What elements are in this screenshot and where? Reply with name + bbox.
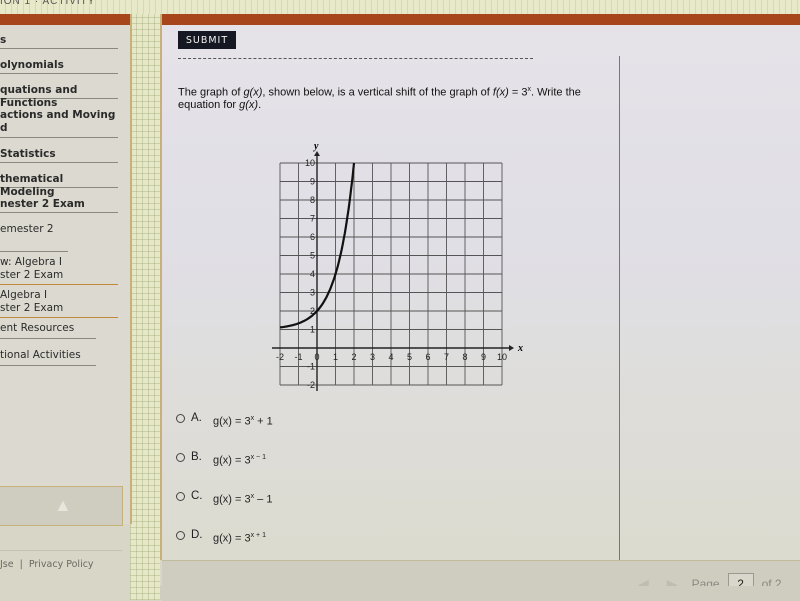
scroll-up-button[interactable]: ▲ (0, 486, 123, 526)
graph: x y -2 -1 0 1 2 3 4 5 6 7 8 9 10 -2 -1 1 2 3 4 5 6 7 8 9 10 (262, 135, 532, 400)
answer-option-a[interactable]: A. g(x) = 3x + 1 (176, 412, 273, 451)
browser-top-strip: ION 1 · ACTIVITY (0, 0, 800, 14)
x-tick-label: -1 (294, 352, 302, 362)
y-tick-label: -2 (307, 380, 315, 390)
sidebar-item-semester-2[interactable]: emester 2 (0, 223, 68, 252)
answer-choices: A. g(x) = 3x + 1 B. g(x) = 3x − 1 C. g(x… (176, 412, 273, 568)
footer-separator: | (19, 559, 23, 570)
panel-divider (619, 56, 620, 560)
y-tick-label: 9 (310, 177, 315, 187)
sidebar-item-0[interactable]: s (0, 34, 118, 49)
background-pattern (130, 14, 160, 600)
question-panel: SUBMIT The graph of g(x), shown below, i… (160, 14, 800, 601)
answer-equation: g(x) = 3x − 1 (213, 454, 266, 467)
terms-of-use-link[interactable]: Jse (0, 559, 14, 570)
sidebar-header-bar (0, 14, 130, 25)
x-tick-label: 7 (444, 352, 449, 362)
x-tick-label: -2 (276, 352, 284, 362)
radio-c[interactable] (176, 492, 185, 501)
sidebar-item-algebra-1-exam[interactable]: Algebra I ster 2 Exam (0, 289, 118, 318)
radio-b[interactable] (176, 453, 185, 462)
sidebar: s olynomials quations and Functions acti… (0, 14, 132, 526)
radio-d[interactable] (176, 531, 185, 540)
question-text: The graph of g(x), shown below, is a ver… (178, 86, 581, 111)
privacy-policy-link[interactable]: Privacy Policy (29, 559, 94, 570)
footer-divider (0, 550, 122, 551)
answer-letter: B. (191, 451, 202, 463)
sidebar-item-review-algebra-1[interactable]: w: Algebra I ster 2 Exam (0, 256, 118, 285)
y-tick-label: 1 (310, 325, 315, 335)
sidebar-item-polynomials[interactable]: olynomials (0, 59, 118, 74)
answer-option-c[interactable]: C. g(x) = 3x – 1 (176, 490, 273, 529)
x-tick-label: 4 (388, 352, 393, 362)
exponential-graph: xy-2 -1 0 1 2 3 4 5 6 7 8 9 10-2-112345678910 (272, 141, 523, 391)
x-tick-label: 3 (370, 352, 375, 362)
page-crumb: ION 1 · ACTIVITY (0, 0, 96, 7)
bottom-frame (160, 586, 800, 600)
x-tick-label: 6 (425, 352, 430, 362)
sidebar-item-mathematical-modeling[interactable]: thematical Modeling (0, 173, 118, 198)
x-tick-label: 2 (351, 352, 356, 362)
answer-equation: g(x) = 3x + 1 (213, 415, 273, 428)
radio-a[interactable] (176, 414, 185, 423)
answer-letter: D. (191, 529, 203, 541)
answer-equation: g(x) = 3x + 1 (213, 532, 266, 545)
answer-option-b[interactable]: B. g(x) = 3x − 1 (176, 451, 273, 490)
y-tick-label: 3 (310, 288, 315, 298)
sidebar-item-semester-2-exam[interactable]: nester 2 Exam (0, 198, 118, 213)
y-tick-label: 8 (310, 195, 315, 205)
x-tick-label: 5 (407, 352, 412, 362)
divider (178, 58, 533, 59)
y-tick-label: 7 (310, 214, 315, 224)
x-tick-label: 9 (481, 352, 486, 362)
y-tick-label: 10 (305, 158, 315, 168)
x-tick-label: 8 (462, 352, 467, 362)
y-tick-label: 5 (310, 251, 315, 261)
sidebar-item-additional-activities[interactable]: tional Activities (0, 349, 96, 366)
answer-letter: C. (191, 490, 203, 502)
answer-equation: g(x) = 3x – 1 (213, 493, 273, 506)
sidebar-item-statistics[interactable]: Statistics (0, 148, 118, 163)
x-tick-label: 1 (333, 352, 338, 362)
sidebar-item-transformations[interactable]: actions and Moving d (0, 109, 118, 138)
x-tick-label: 0 (314, 352, 319, 362)
x-tick-label: 10 (497, 352, 507, 362)
y-tick-label: -1 (307, 362, 315, 372)
arrow-up-icon: ▲ (54, 495, 72, 515)
y-axis-label: y (313, 141, 319, 152)
y-tick-label: 4 (310, 269, 315, 279)
sidebar-item-student-resources[interactable]: ent Resources (0, 322, 96, 339)
y-tick-label: 6 (310, 232, 315, 242)
x-axis-label: x (517, 343, 523, 354)
submit-button[interactable]: SUBMIT (178, 31, 236, 49)
x-axis-arrow (509, 345, 514, 351)
sidebar-item-equations-functions[interactable]: quations and Functions (0, 84, 118, 109)
answer-letter: A. (191, 412, 202, 424)
panel-header-bar (162, 14, 800, 25)
footer-links: Jse | Privacy Policy (0, 559, 94, 570)
